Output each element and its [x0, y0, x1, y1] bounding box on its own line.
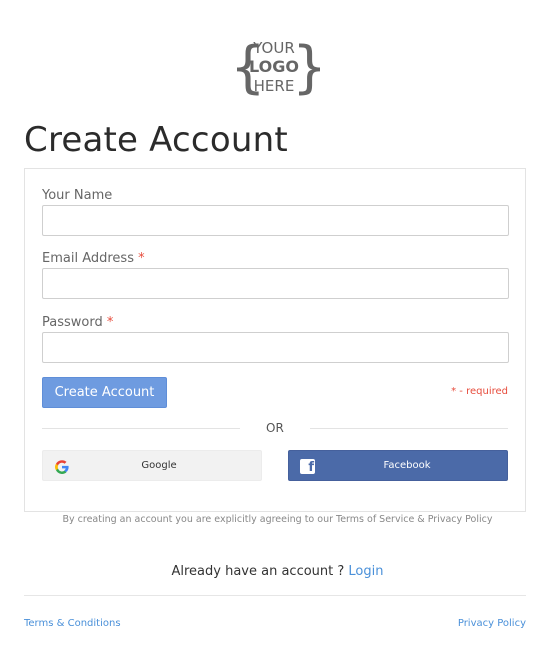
- terms-agreement-note: By creating an account you are explicitl…: [62, 514, 493, 525]
- login-prompt: Already have an account ? Login: [0, 564, 555, 579]
- or-divider-left: [42, 428, 240, 429]
- login-prompt-text: Already have an account ?: [171, 564, 345, 579]
- name-label-text: Your Name: [42, 188, 113, 203]
- name-input[interactable]: [42, 205, 509, 236]
- page-title: Create Account: [24, 120, 288, 160]
- facebook-signin-button[interactable]: f Facebook: [288, 450, 508, 481]
- login-link[interactable]: Login: [348, 564, 383, 579]
- google-signin-button[interactable]: Google: [42, 450, 262, 481]
- terms-conditions-link[interactable]: Terms & Conditions: [24, 618, 121, 629]
- logo-graphic: { } YOUR LOGO HERE: [230, 35, 320, 100]
- footer-divider: [24, 595, 526, 596]
- required-star: *: [138, 251, 145, 266]
- password-label: Password *: [42, 315, 113, 330]
- create-account-button[interactable]: Create Account: [42, 377, 167, 408]
- email-label-text: Email Address: [42, 251, 134, 266]
- google-button-label: Google: [141, 460, 177, 471]
- logo-line-1: YOUR: [252, 39, 295, 57]
- logo-line-3: HERE: [254, 77, 295, 95]
- required-note: * - required: [451, 386, 508, 397]
- logo-line-2: LOGO: [249, 57, 299, 76]
- name-label: Your Name: [42, 188, 112, 203]
- privacy-policy-link[interactable]: Privacy Policy: [458, 618, 526, 629]
- logo: { } YOUR LOGO HERE: [228, 34, 320, 100]
- password-label-text: Password: [42, 315, 103, 330]
- facebook-button-label: Facebook: [383, 460, 431, 471]
- or-divider-right: [310, 428, 508, 429]
- email-input[interactable]: [42, 268, 509, 299]
- or-separator: OR: [266, 421, 284, 435]
- email-label: Email Address *: [42, 251, 145, 266]
- required-star: *: [106, 315, 114, 330]
- signup-form-card: Your Name Email Address * Password * Cre…: [24, 168, 526, 512]
- password-input[interactable]: [42, 332, 509, 363]
